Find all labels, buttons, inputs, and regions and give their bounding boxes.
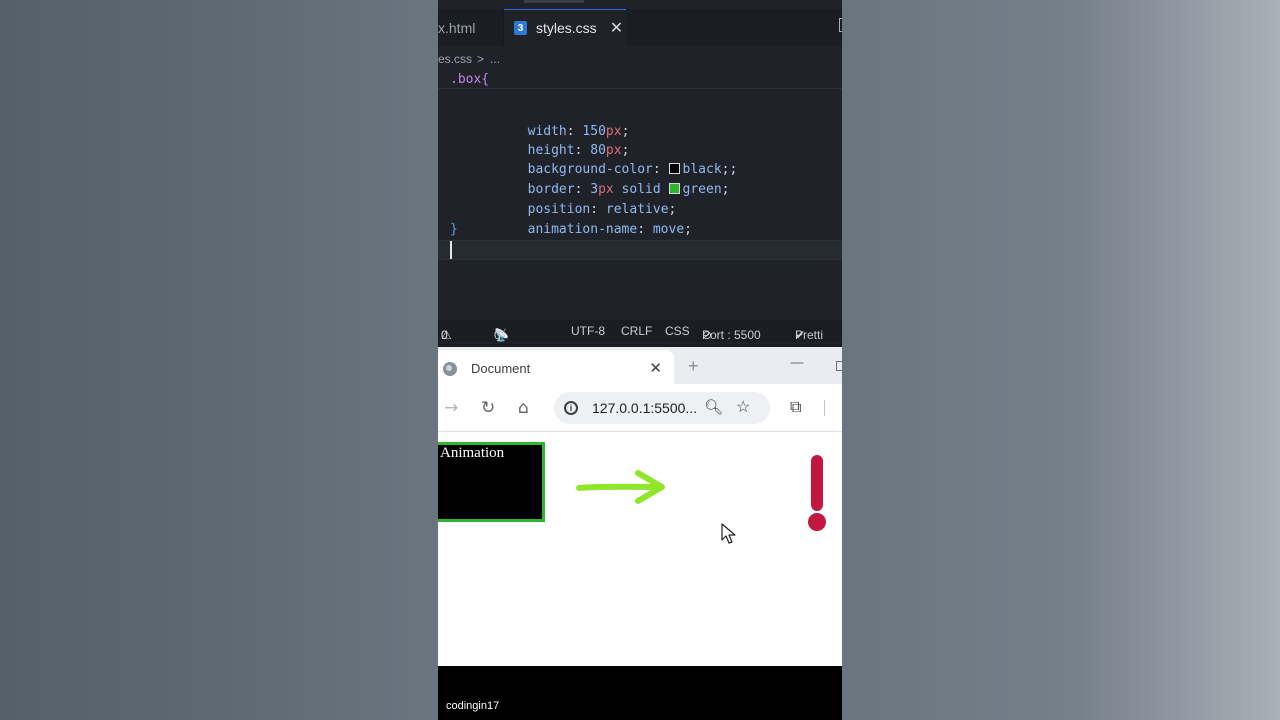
browser-tab-strip: Document ✕ + — [438,344,842,387]
home-icon[interactable]: ⌂ [518,398,529,418]
breadcrumb-file[interactable]: es.css [438,52,472,66]
semicolon: ; [729,162,738,177]
css-value: green [682,182,722,197]
video-frame: x.html 3 styles.css ✕ es.css > ... .box{… [438,0,842,720]
zoom-icon[interactable]: 🔍︎ [704,398,723,416]
code-line-position[interactable]: position: relative; [465,180,677,217]
tab-title: Document [471,361,531,376]
channel-watermark: codingin17 [446,700,500,712]
prettier-label: Pretti [795,328,824,342]
status-language[interactable]: CSS [665,324,690,338]
mouse-pointer-icon [721,523,736,544]
new-tab-button[interactable]: + [688,356,699,377]
bookmark-star-icon[interactable]: ☆ [736,397,750,417]
maximize-button[interactable] [836,361,842,371]
page-viewport: Animation [438,433,842,666]
browser-toolbar: → ↻ ⌂ i 127.0.0.1:5500... 🔍︎ ☆ ⧉ [438,384,842,432]
port-label: Port : 5500 [702,328,761,342]
breadcrumb: es.css > ... [438,50,500,68]
port-count: 0 [494,328,501,342]
toolbar-divider [824,400,825,416]
breadcrumb-tail[interactable]: ... [490,52,500,66]
status-bar: 0 ⚠ 0 📡 0 UTF-8 CRLF CSS ⊘ Port : 5500 ✔… [438,320,842,342]
code-line-height[interactable]: height: 80px; [465,121,630,158]
code-line-background-color[interactable]: background-color: black;; [465,140,738,177]
css3-icon: 3 [514,21,527,35]
close-tab-icon[interactable]: ✕ [610,18,623,38]
url-text: 127.0.0.1:5500... [592,400,698,416]
extensions-icon[interactable]: ⧉ [790,397,801,417]
semicolon: ; [721,182,730,197]
editor-title-strip [438,0,842,9]
tab-label: styles.css [536,20,597,36]
box-text: Animation [440,445,505,461]
layout-icon[interactable] [839,18,842,32]
animation-box: Animation [438,442,545,522]
text-caret [450,241,452,259]
video-footer: codingin17 [438,666,842,720]
semicolon: ; [684,222,692,237]
browser-tab-document[interactable]: Document ✕ [438,350,674,387]
colon: : [637,222,653,237]
code-line-text-align[interactable]: text-align: center; [465,82,676,98]
status-encoding[interactable]: UTF-8 [571,324,605,338]
close-tab-icon[interactable]: ✕ [649,359,662,377]
warning-count: 0 [441,328,448,342]
globe-icon [443,361,457,376]
forward-icon[interactable]: → [444,398,458,418]
code-line-width[interactable]: width: 150px; [465,102,630,139]
code-editor: x.html 3 styles.css ✕ es.css > ... .box{… [438,0,842,344]
title-nub [524,0,584,3]
exclamation-icon [808,455,826,531]
css-property: animation-name [527,222,638,237]
green-arrow-icon [576,470,665,504]
editor-tab-bar: x.html 3 styles.css ✕ [438,0,842,46]
tab-index-html[interactable]: x.html [438,9,504,46]
status-eol[interactable]: CRLF [621,324,652,338]
tab-label: x.html [438,19,476,36]
css-value: move [652,222,685,237]
tab-styles-css[interactable]: 3 styles.css ✕ [504,9,626,46]
reload-icon[interactable]: ↻ [481,398,495,418]
minimize-button[interactable]: — [790,355,804,371]
code-line-border[interactable]: border: 3px solid green; [465,160,730,197]
current-line-highlight[interactable] [438,240,842,260]
info-icon[interactable]: i [564,401,578,415]
breadcrumb-separator: > [477,52,485,66]
closing-brace[interactable]: } [450,220,458,240]
browser-window: Document ✕ + — → ↻ ⌂ i 127.0.0.1:5500...… [438,344,842,666]
address-bar[interactable]: i 127.0.0.1:5500... 🔍︎ ☆ [554,392,770,424]
code-line-animation-name[interactable]: animation-name: move; [465,200,692,237]
